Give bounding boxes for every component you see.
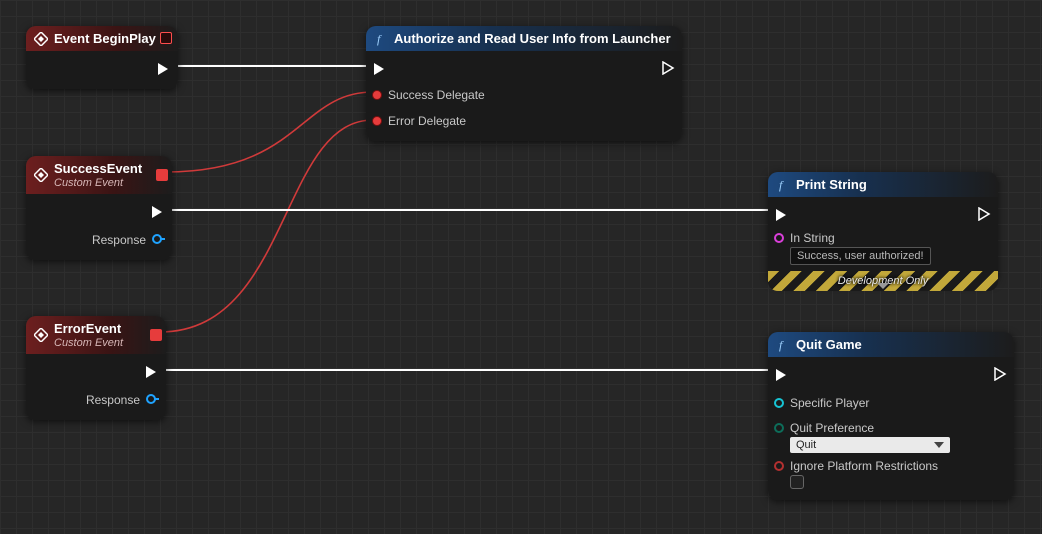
input-label: Error Delegate [388, 114, 466, 128]
exec-out-pin[interactable] [158, 63, 168, 75]
exec-in-pin[interactable] [776, 209, 786, 221]
object-pin-icon[interactable] [774, 398, 784, 408]
input-label: Success Delegate [388, 88, 485, 102]
node-header: f Authorize and Read User Info from Laun… [366, 26, 682, 51]
output-label: Response [92, 233, 146, 247]
exec-out-pin[interactable] [146, 366, 156, 378]
node-title: Event BeginPlay [54, 31, 156, 46]
function-icon: f [776, 178, 790, 192]
expand-arrow-icon[interactable] [877, 283, 889, 289]
node-authorize[interactable]: f Authorize and Read User Info from Laun… [366, 26, 682, 141]
event-icon [34, 328, 48, 342]
exec-out-pin[interactable] [662, 61, 676, 78]
node-success-event[interactable]: SuccessEvent Custom Event Response [26, 156, 172, 260]
node-title: Print String [796, 177, 867, 192]
in-string-value[interactable]: Success, user authorized! [790, 247, 931, 265]
delegate-output-icon[interactable] [150, 329, 162, 341]
event-icon [34, 168, 48, 182]
node-header: Event BeginPlay [26, 26, 178, 51]
node-header: f Quit Game [768, 332, 1014, 357]
input-label: Ignore Platform Restrictions [790, 459, 938, 473]
ignore-platform-checkbox[interactable] [790, 475, 804, 489]
node-print-string[interactable]: f Print String In String Success, user a… [768, 172, 998, 283]
exec-out-pin[interactable] [978, 207, 992, 224]
delegate-pin-icon[interactable] [372, 116, 382, 126]
node-subtitle: Custom Event [54, 337, 123, 349]
data-out-pin[interactable] [146, 393, 160, 408]
node-quit-game[interactable]: f Quit Game Specific Player Quit Prefere… [768, 332, 1014, 500]
exec-out-pin[interactable] [152, 206, 162, 218]
function-icon: f [374, 32, 388, 46]
node-title: SuccessEvent [54, 161, 142, 176]
output-label: Response [86, 393, 140, 407]
function-icon: f [776, 338, 790, 352]
node-header: f Print String [768, 172, 998, 197]
delegate-output-icon[interactable] [156, 169, 168, 181]
node-title: Quit Game [796, 337, 862, 352]
node-event-begin-play[interactable]: Event BeginPlay [26, 26, 178, 89]
node-error-event[interactable]: ErrorEvent Custom Event Response [26, 316, 166, 420]
node-subtitle: Custom Event [54, 177, 142, 189]
exec-in-pin[interactable] [776, 369, 786, 381]
node-title: ErrorEvent [54, 321, 123, 336]
svg-text:f: f [377, 32, 382, 46]
exec-in-pin[interactable] [374, 63, 384, 75]
input-label: In String [790, 231, 931, 245]
data-out-pin[interactable] [152, 233, 166, 248]
node-header: ErrorEvent Custom Event [26, 316, 166, 354]
string-pin-icon[interactable] [774, 233, 784, 243]
delegate-pin-icon[interactable] [372, 90, 382, 100]
event-icon [34, 32, 48, 46]
select-value: Quit [796, 439, 816, 451]
svg-text:f: f [779, 338, 784, 352]
node-header: SuccessEvent Custom Event [26, 156, 172, 194]
enum-pin-icon[interactable] [774, 423, 784, 433]
quit-preference-select[interactable]: Quit [790, 437, 950, 453]
overridable-chip-icon [160, 32, 172, 44]
exec-out-pin[interactable] [994, 367, 1008, 384]
node-title: Authorize and Read User Info from Launch… [394, 31, 671, 46]
svg-text:f: f [779, 178, 784, 192]
input-label: Specific Player [790, 396, 869, 410]
bool-pin-icon[interactable] [774, 461, 784, 471]
chevron-down-icon [934, 442, 944, 448]
input-label: Quit Preference [790, 421, 950, 435]
